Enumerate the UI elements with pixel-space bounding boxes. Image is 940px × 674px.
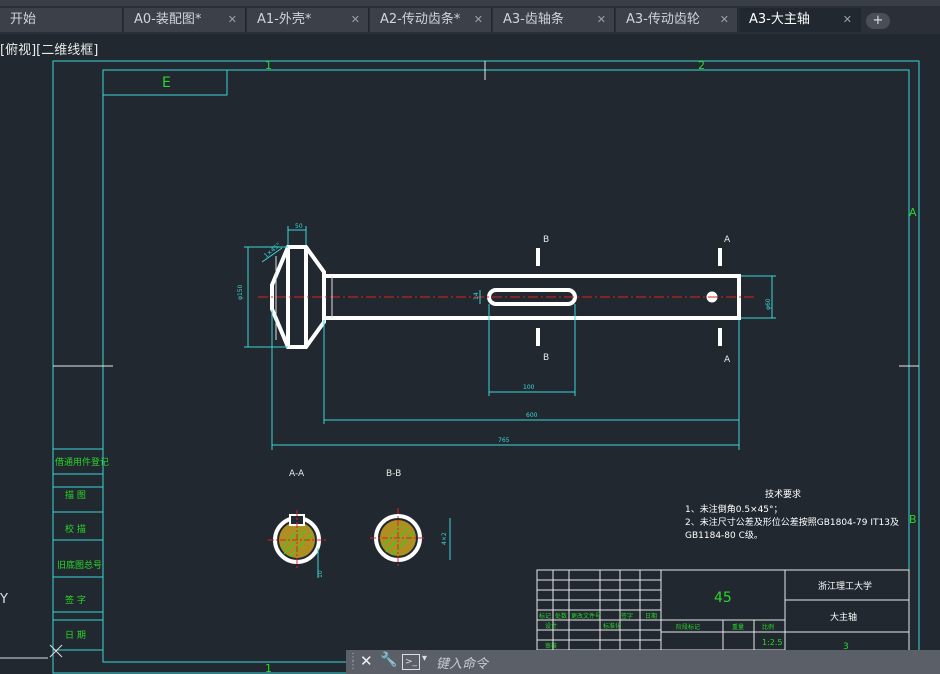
dim-phi150: φ150 bbox=[237, 284, 244, 300]
school-name: 浙江理工大学 bbox=[818, 580, 872, 592]
tech-line-1: 1、未注倒角0.5×45°； bbox=[685, 503, 783, 515]
zone-bottom-1: 1 bbox=[265, 662, 272, 674]
drawing-canvas[interactable]: 1 2 1 2 A B E 借通用件登记 描 图 校 描 旧底图总号 签 字 日… bbox=[0, 34, 940, 674]
dim-10: 10 bbox=[317, 570, 324, 578]
hdr-change-doc: 更改文件号 bbox=[571, 612, 601, 620]
scale-label: 比例 bbox=[762, 623, 774, 631]
command-input[interactable] bbox=[434, 652, 918, 674]
section-a-a: 10 bbox=[268, 510, 326, 578]
hdr-sign: 签字 bbox=[621, 612, 633, 620]
left-label-5: 日 期 bbox=[65, 630, 86, 641]
corner-code: E bbox=[162, 75, 171, 91]
tech-line-2: 2、未注尺寸公差及形位公差按照GB1804-79 IT13及 bbox=[685, 516, 899, 528]
section-b-b: 4×2 bbox=[370, 508, 451, 568]
ribbon-strip bbox=[0, 0, 940, 6]
close-icon[interactable]: ✕ bbox=[597, 8, 606, 32]
part-name: 大主轴 bbox=[830, 611, 857, 623]
role-design: 设计 bbox=[545, 622, 557, 630]
wrench-icon[interactable]: 🔧 bbox=[380, 652, 397, 668]
left-label-3: 旧底图总号 bbox=[57, 559, 102, 571]
hdr-date: 日期 bbox=[645, 612, 657, 620]
tab-a2[interactable]: A2-传动齿条* ✕ bbox=[370, 8, 492, 32]
tab-label: A2-传动齿条* bbox=[380, 12, 461, 27]
document-tab-bar: 开始 A0-装配图* ✕ A1-外壳* ✕ A2-传动齿条* ✕ A3-齿轴条 ✕ A3… bbox=[0, 0, 940, 34]
std-label: 标准化 bbox=[603, 622, 621, 630]
hdr-count: 处数 bbox=[555, 612, 567, 620]
section-mark-b-bottom: B bbox=[543, 353, 549, 363]
tab-label: A3-传动齿轮 bbox=[626, 12, 700, 27]
section-label-aa: A-A bbox=[289, 469, 305, 479]
add-tab-button[interactable]: + bbox=[866, 13, 890, 29]
close-icon[interactable]: ✕ bbox=[351, 8, 360, 32]
tab-label: A0-装配图* bbox=[134, 12, 202, 27]
dim-4x2: 4×2 bbox=[441, 532, 448, 545]
tab-a0[interactable]: A0-装配图* ✕ bbox=[124, 8, 246, 32]
dim-chamfer: 1×45° bbox=[263, 242, 282, 260]
zone-right-a: A bbox=[909, 206, 917, 219]
dim-50: 50 bbox=[295, 223, 303, 230]
close-icon[interactable]: ✕ bbox=[720, 8, 729, 32]
dim-phi60: φ60 bbox=[765, 298, 772, 310]
hdr-mark: 标记 bbox=[539, 612, 551, 620]
weight-label: 重量 bbox=[732, 623, 744, 631]
tab-a3-gear[interactable]: A3-传动齿轮 ✕ bbox=[616, 8, 738, 32]
zone-right-b: B bbox=[909, 513, 917, 526]
close-icon[interactable]: ✕ bbox=[843, 8, 852, 32]
dimension-lines bbox=[244, 226, 776, 450]
scale-value: 1:2.5 bbox=[762, 638, 783, 647]
dim-765: 765 bbox=[498, 437, 510, 444]
tab-label: 开始 bbox=[10, 12, 37, 27]
section-mark-a-top: A bbox=[724, 235, 731, 245]
tab-a3-rack[interactable]: A3-齿轴条 ✕ bbox=[493, 8, 615, 32]
left-label-0: 借通用件登记 bbox=[55, 456, 109, 468]
title-block: 45 浙江理工大学 大主轴 3 1:2.5 标记 处数 更改文件号 签字 日期 … bbox=[536, 569, 910, 663]
stage-label: 阶段标记 bbox=[676, 623, 700, 631]
role-review: 审核 bbox=[545, 642, 557, 650]
tech-title: 技术要求 bbox=[765, 488, 801, 500]
left-border-table: 借通用件登记 描 图 校 描 旧底图总号 签 字 日 期 bbox=[55, 456, 109, 641]
section-label-bb: B-B bbox=[386, 469, 401, 479]
dim-100: 100 bbox=[523, 384, 535, 391]
left-label-2: 校 描 bbox=[65, 523, 86, 535]
section-mark-b-top: B bbox=[543, 235, 549, 245]
dim-600: 600 bbox=[526, 412, 538, 419]
command-line: ⋮ ⋮ ✕ 🔧 >_ ▾ bbox=[346, 650, 940, 674]
shaft-main-view bbox=[258, 245, 755, 349]
chevron-down-icon[interactable]: ▾ bbox=[422, 653, 427, 664]
close-icon[interactable]: ✕ bbox=[228, 8, 237, 32]
tab-label: A3-大主轴 bbox=[749, 12, 810, 27]
inner-border bbox=[102, 69, 910, 663]
tab-label: A1-外壳* bbox=[257, 12, 312, 27]
left-label-1: 描 图 bbox=[65, 489, 86, 501]
close-icon[interactable]: ✕ bbox=[360, 652, 373, 670]
ucs-y-label: Y bbox=[0, 592, 8, 607]
close-icon[interactable]: ✕ bbox=[474, 8, 483, 32]
tab-start[interactable]: 开始 bbox=[0, 8, 123, 32]
tech-line-3: GB1184-80 C级。 bbox=[685, 529, 763, 541]
tab-a1[interactable]: A1-外壳* ✕ bbox=[247, 8, 369, 32]
section-mark-a-bottom: A bbox=[724, 355, 731, 365]
command-prompt-icon[interactable]: >_ bbox=[402, 654, 420, 670]
zone-top-2: 2 bbox=[698, 59, 705, 72]
dim-14: 14 bbox=[473, 292, 480, 300]
tech-requirements: 技术要求 1、未注倒角0.5×45°； 2、未注尺寸公差及形位公差按照GB180… bbox=[685, 488, 899, 541]
zone-top-1: 1 bbox=[265, 59, 272, 72]
left-label-4: 签 字 bbox=[65, 594, 86, 606]
material-value: 45 bbox=[714, 590, 732, 606]
tab-label: A3-齿轴条 bbox=[503, 12, 564, 27]
tab-a3-main-shaft[interactable]: A3-大主轴 ✕ bbox=[739, 8, 861, 32]
grip-icon[interactable]: ⋮ ⋮ bbox=[348, 653, 358, 671]
outer-frame bbox=[52, 60, 920, 674]
